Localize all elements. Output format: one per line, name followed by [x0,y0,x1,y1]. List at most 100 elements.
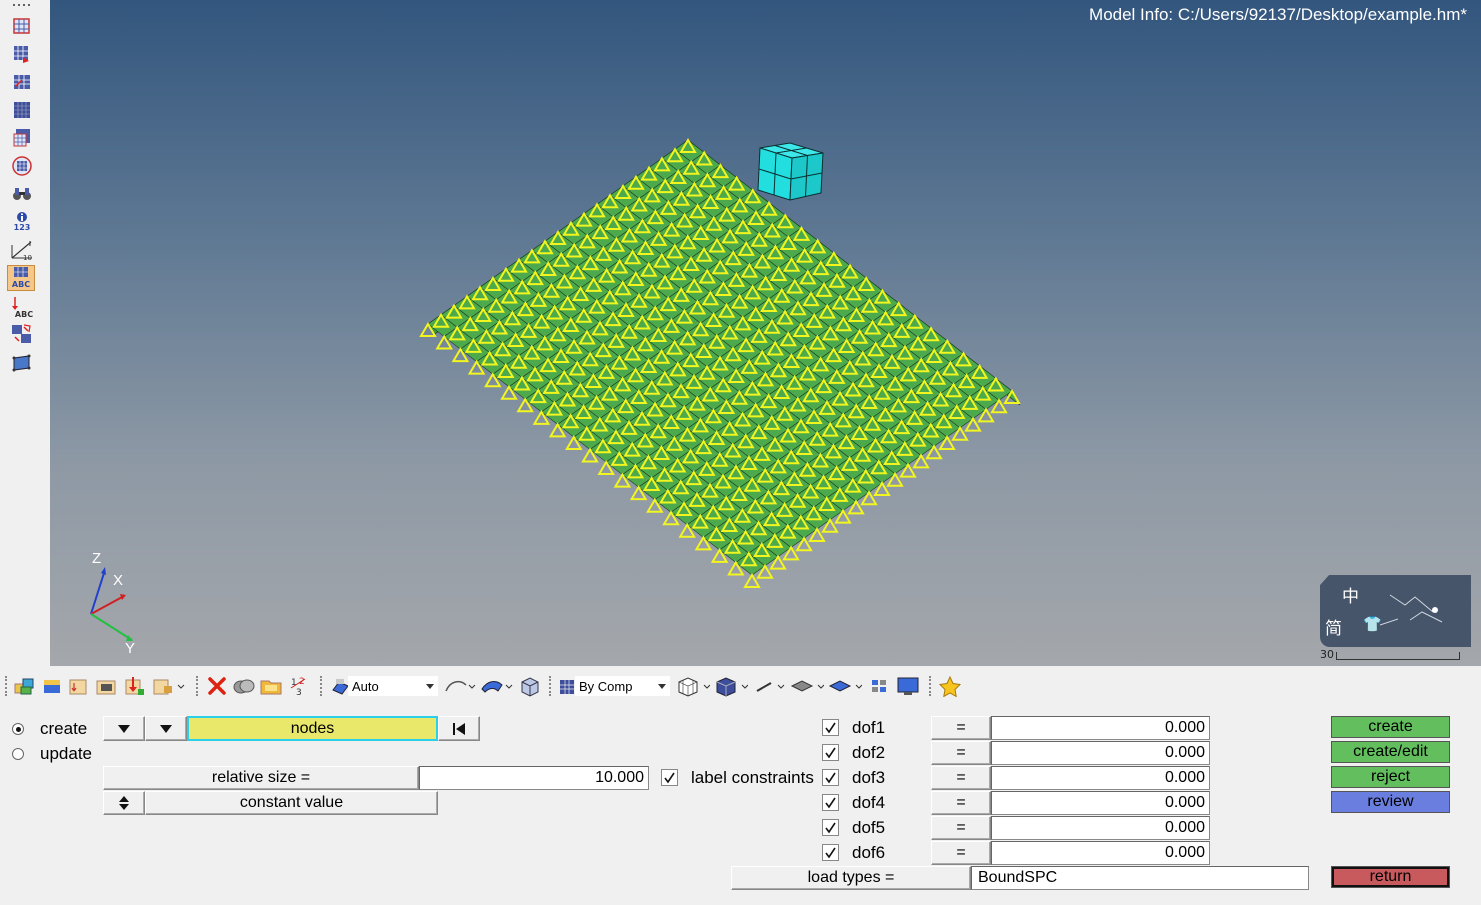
relative-size-input[interactable]: 10.000 [419,766,649,790]
create-radio-button[interactable] [12,723,24,735]
cube-icon[interactable] [518,674,542,698]
info-icon[interactable]: 123 [8,208,36,234]
cylinders-icon[interactable] [232,674,256,698]
dof-value-input[interactable]: 0.000 [991,841,1210,865]
dof-equals-button[interactable]: = [931,816,991,840]
dof-checkbox[interactable] [822,769,839,786]
dof-value: 0.000 [1164,744,1205,761]
abc-label: ABC [12,280,30,289]
dof-checkbox[interactable] [822,844,839,861]
relative-size-label: relative size = [103,766,419,790]
solid-icon[interactable] [40,674,64,698]
dof-checkbox[interactable] [822,719,839,736]
plane-view-icon[interactable] [828,674,862,698]
thumbnail-char-jian: 简 [1325,619,1342,639]
load-types-label: load types = [807,869,895,886]
dof-checkbox[interactable] [822,794,839,811]
mesh-red-icon[interactable] [8,42,36,66]
surface-icon[interactable] [480,674,514,698]
delete-icon[interactable] [205,674,229,698]
dof-value: 0.000 [1164,794,1205,811]
dof-checkbox[interactable] [822,744,839,761]
dof-equals-button[interactable]: = [931,741,991,765]
label-constraints-checkbox[interactable] [661,769,678,786]
toolbar-separator [320,676,322,696]
shade-mode-dropdown[interactable]: Auto [348,676,438,696]
selection-method-dropdown[interactable] [145,716,187,741]
line-icon[interactable] [754,674,788,698]
abc-label-2: ABC [15,310,33,319]
color-icon[interactable] [557,674,577,698]
value-mode-button[interactable]: constant value [145,791,438,815]
load-collector-icon[interactable] [67,674,91,698]
grid-icon[interactable] [869,674,889,698]
color-mode-dropdown[interactable]: By Comp [575,676,670,696]
dof-value-input[interactable]: 0.000 [991,716,1210,740]
dof-label: dof4 [852,793,886,812]
shade-mode-value: Auto [352,678,379,694]
load-types-button[interactable]: load types = [731,866,971,890]
components-icon[interactable] [13,674,37,698]
dof-value-input[interactable]: 0.000 [991,741,1210,765]
spc-triangle [743,573,761,588]
wireframe-icon[interactable] [676,674,710,698]
dof-value-input[interactable]: 0.000 [991,816,1210,840]
update-radio-button[interactable] [12,748,24,760]
return-button[interactable]: return [1331,866,1450,888]
folder-icon[interactable] [259,674,283,698]
load-types-input[interactable]: BoundSPC [971,866,1309,890]
monitor-icon[interactable] [896,674,920,698]
reset-selection-button[interactable] [438,716,480,741]
create-edit-button[interactable]: create/edit [1331,741,1450,763]
system-icon[interactable] [95,674,119,698]
cyan-cube [757,142,824,201]
update-radio-label: update [40,744,92,763]
star-icon[interactable] [938,674,962,698]
triad-x-label: X [113,572,123,589]
mesh-icon[interactable] [8,14,36,38]
dof-equals-label: = [956,819,966,836]
label-abc-icon[interactable]: ABC [7,265,35,291]
arrow-abc-icon[interactable]: ABC [8,294,36,320]
numbers-icon[interactable]: 123 [288,674,312,698]
curve-icon[interactable] [443,674,477,698]
scale-value: 30 [1320,648,1334,661]
mesh-circle-icon[interactable] [8,154,36,178]
load-icon[interactable] [123,674,147,698]
nodes-selector-label: nodes [290,719,335,737]
shade-icon[interactable] [330,674,350,698]
import-icon[interactable] [151,674,185,698]
shaded-elements-icon[interactable] [714,674,748,698]
mesh-edit-icon[interactable] [8,126,36,150]
load-types-value: BoundSPC [978,869,1058,886]
model-scene[interactable] [50,0,1481,666]
update-radio[interactable]: update [12,744,92,764]
dof-equals-button[interactable]: = [931,766,991,790]
review-button[interactable]: review [1331,791,1450,813]
graphics-viewport[interactable]: Model Info: C:/Users/92137/Desktop/examp… [50,0,1481,666]
dof-equals-button[interactable]: = [931,716,991,740]
nodes-selector[interactable]: nodes [187,716,438,741]
mesh-split-icon[interactable] [8,70,36,94]
create-button[interactable]: create [1331,716,1450,738]
transform-icon[interactable] [8,322,36,346]
visualization-toolbar: 123 Auto By Comp [0,668,1481,704]
entity-filter-dropdown[interactable] [103,716,145,741]
reject-button[interactable]: reject [1331,766,1450,788]
mesh-blue-icon[interactable] [8,98,36,122]
dof-equals-button[interactable]: = [931,791,991,815]
dof-value-input[interactable]: 0.000 [991,766,1210,790]
more-dots-icon[interactable] [8,0,36,10]
dof-checkbox[interactable] [822,819,839,836]
up-down-icon [119,796,129,810]
checkmark-icon [825,722,836,734]
plane-icon[interactable] [8,351,36,375]
dof-value-input[interactable]: 0.000 [991,791,1210,815]
create-radio[interactable]: create [12,719,87,739]
ruler-icon[interactable]: 10 [8,238,36,262]
binoculars-icon[interactable] [8,182,36,206]
value-mode-toggle[interactable] [103,791,145,815]
checkmark-icon [825,847,836,859]
layer-icon[interactable] [790,674,824,698]
dof-equals-button[interactable]: = [931,841,991,865]
